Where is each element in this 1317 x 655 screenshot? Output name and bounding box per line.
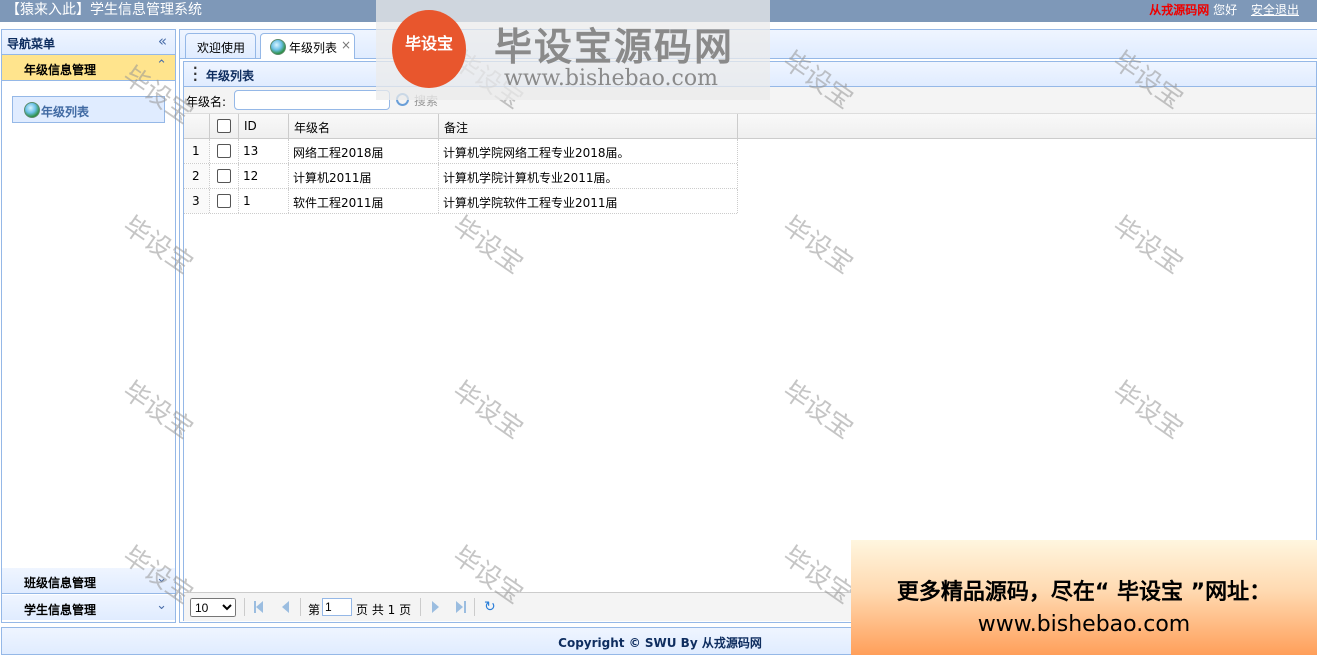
- select-all-checkbox[interactable]: [217, 119, 231, 133]
- grade-name-cell: 网络工程2018届: [289, 139, 439, 163]
- grade-name-cell: 软件工程2011届: [289, 189, 439, 213]
- tab-label: 欢迎使用: [197, 41, 246, 55]
- grade-name-value: 计算机2011届: [293, 171, 372, 185]
- promo-banner: 更多精品源码，尽在“ 毕设宝 ”网址： www.bishebao.com: [851, 540, 1317, 655]
- row-checkbox[interactable]: [217, 144, 231, 158]
- app-title: 【猿来入此】学生信息管理系统: [6, 2, 202, 18]
- grade-list-panel: · · · 年级列表 年级名: 搜索 ID 年级名 备注 1 13 网络工程20…: [183, 61, 1317, 621]
- id-value: 1: [243, 194, 251, 208]
- navigation-panel-header: 导航菜单 «: [2, 30, 175, 55]
- promo-url: www.bishebao.com: [977, 612, 1191, 637]
- first-page-icon[interactable]: [256, 601, 263, 613]
- navigation-panel: 导航菜单 « 年级信息管理 ⌃ 年级列表 班级信息管理 ⌄ 学生信息管理 ⌄: [1, 29, 176, 623]
- table-row[interactable]: 2 12 计算机2011届 计算机学院计算机专业2011届。: [184, 164, 738, 189]
- tab-grade-list[interactable]: 年级列表 ×: [260, 33, 355, 59]
- page-number-input[interactable]: [322, 598, 352, 616]
- pager-divider: [244, 598, 245, 616]
- checkbox-cell: [210, 164, 239, 188]
- user-area: 从戎源码网 您好 安全退出: [1149, 3, 1299, 17]
- grade-name-input[interactable]: [234, 90, 390, 110]
- remark-value: 计算机学院网络工程专业2018届。: [443, 146, 630, 160]
- remark-value: 计算机学院计算机专业2011届。: [443, 171, 618, 185]
- column-header-id[interactable]: ID: [239, 114, 289, 138]
- row-number: 3: [192, 194, 200, 208]
- next-page-icon[interactable]: [432, 601, 439, 613]
- brand-watermark: 毕设宝 毕设宝源码网 www.bishebao.com: [376, 0, 770, 100]
- promo-text: 更多精品源码，尽在“ 毕设宝 ”网址：: [896, 580, 1272, 605]
- close-icon[interactable]: ×: [341, 38, 351, 52]
- select-all-cell: [210, 114, 239, 138]
- column-header-grade-name[interactable]: 年级名: [289, 114, 439, 138]
- row-checkbox[interactable]: [217, 169, 231, 183]
- row-number-cell: 1: [184, 139, 210, 163]
- logout-link[interactable]: 安全退出: [1251, 3, 1299, 17]
- navigation-title: 导航菜单: [7, 37, 56, 51]
- globe-icon: [24, 102, 40, 118]
- row-checkbox[interactable]: [217, 194, 231, 208]
- row-number: 1: [192, 144, 200, 158]
- chevron-down-icon[interactable]: ⌄: [156, 598, 167, 613]
- brand-logo-text: 毕设宝: [404, 34, 453, 53]
- checkbox-cell: [210, 139, 239, 163]
- chevron-up-icon[interactable]: ⌃: [156, 58, 167, 73]
- username: 从戎源码网: [1149, 3, 1210, 17]
- accordion-label: 班级信息管理: [24, 576, 97, 590]
- grade-name-value: 软件工程2011届: [293, 196, 384, 210]
- page-label-before: 第: [308, 603, 321, 617]
- remark-value: 计算机学院软件工程专业2011届: [443, 196, 618, 210]
- refresh-icon[interactable]: ↻: [484, 599, 496, 615]
- column-header-label: 年级名: [294, 121, 331, 135]
- collapse-left-icon[interactable]: «: [158, 32, 167, 50]
- grade-name-value: 网络工程2018届: [293, 146, 384, 160]
- page-size-select[interactable]: 10: [190, 598, 236, 617]
- sidebar-item-grade-list[interactable]: 年级列表: [12, 96, 165, 123]
- column-header-remark[interactable]: 备注: [439, 114, 738, 138]
- tab-welcome[interactable]: 欢迎使用: [185, 33, 256, 58]
- previous-page-icon[interactable]: [282, 601, 289, 613]
- grade-name-label: 年级名:: [186, 95, 227, 109]
- id-cell: 13: [239, 139, 289, 163]
- checkbox-cell: [210, 189, 239, 213]
- row-number-cell: 2: [184, 164, 210, 188]
- chevron-down-icon[interactable]: ⌄: [156, 571, 167, 586]
- pager-divider: [300, 598, 301, 616]
- pager-divider: [420, 598, 421, 616]
- id-value: 12: [243, 169, 259, 183]
- row-number: 2: [192, 169, 200, 183]
- accordion-class-management[interactable]: 班级信息管理 ⌄: [2, 568, 175, 594]
- table-header: ID 年级名 备注: [184, 114, 1316, 139]
- row-number-header: [184, 114, 210, 138]
- accordion-student-management[interactable]: 学生信息管理 ⌄: [2, 595, 175, 620]
- brand-logo: 毕设宝: [392, 10, 466, 88]
- accordion-label: 学生信息管理: [24, 603, 97, 617]
- main-content: 欢迎使用 年级列表 × · · · 年级列表 年级名: 搜索 ID 年级名 备注…: [179, 29, 1317, 623]
- column-header-label: 备注: [444, 121, 469, 135]
- column-header-label: ID: [244, 119, 257, 133]
- drag-handle-icon: · · ·: [193, 61, 198, 87]
- id-cell: 12: [239, 164, 289, 188]
- last-page-bar-icon: [464, 601, 466, 613]
- table-row[interactable]: 1 13 网络工程2018届 计算机学院网络工程专业2018届。: [184, 139, 738, 164]
- greeting-text: 您好: [1213, 3, 1238, 17]
- page-total-text: 页 共 1 页: [356, 603, 412, 617]
- panel-title: 年级列表: [206, 69, 255, 83]
- row-number-cell: 3: [184, 189, 210, 213]
- table-row[interactable]: 3 1 软件工程2011届 计算机学院软件工程专业2011届: [184, 189, 738, 214]
- remark-cell: 计算机学院软件工程专业2011届: [439, 189, 738, 213]
- accordion-label: 年级信息管理: [24, 63, 97, 77]
- first-page-bar-icon: [254, 601, 256, 613]
- pager-divider: [474, 598, 475, 616]
- id-cell: 1: [239, 189, 289, 213]
- sidebar-item-label: 年级列表: [41, 105, 90, 119]
- accordion-grade-management[interactable]: 年级信息管理 ⌃: [2, 55, 175, 81]
- grade-name-cell: 计算机2011届: [289, 164, 439, 188]
- globe-icon: [270, 39, 286, 55]
- remark-cell: 计算机学院计算机专业2011届。: [439, 164, 738, 188]
- brand-url: www.bishebao.com: [504, 66, 718, 91]
- id-value: 13: [243, 144, 259, 158]
- last-page-icon[interactable]: [456, 601, 463, 613]
- remark-cell: 计算机学院网络工程专业2018届。: [439, 139, 738, 163]
- brand-name: 毕设宝源码网: [494, 25, 735, 69]
- tab-label: 年级列表: [289, 41, 338, 55]
